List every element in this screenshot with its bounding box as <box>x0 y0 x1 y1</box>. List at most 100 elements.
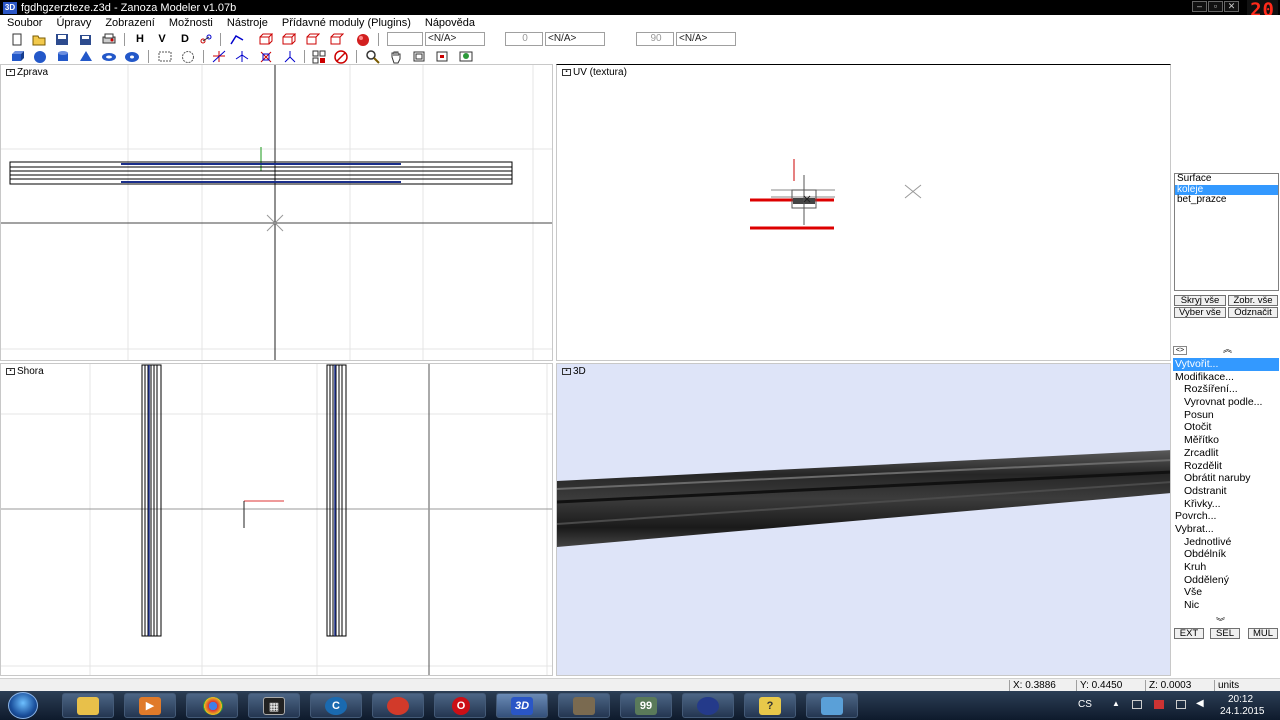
open-folder-icon[interactable] <box>31 32 47 47</box>
mode-mul-button[interactable]: MUL <box>1248 628 1278 639</box>
operation-item[interactable]: Oddělený <box>1173 574 1279 587</box>
operation-item[interactable]: Odstranit <box>1173 485 1279 498</box>
language-indicator[interactable]: CS <box>1078 699 1092 710</box>
volume-icon[interactable]: ◀ <box>1196 698 1204 709</box>
box-tool-icon[interactable] <box>257 32 274 47</box>
operation-item[interactable]: Nic <box>1173 599 1279 612</box>
taskbar-chrome[interactable] <box>186 693 238 718</box>
field-1[interactable]: <N/A> <box>425 32 485 46</box>
operation-item[interactable]: Křivky... <box>1173 498 1279 511</box>
surface-item[interactable]: bet_prazce <box>1175 194 1278 206</box>
taskbar-screen[interactable] <box>806 693 858 718</box>
axis-v-button[interactable]: V <box>154 32 170 47</box>
operation-item[interactable]: Otočit <box>1173 421 1279 434</box>
fit-selection-icon[interactable] <box>434 49 450 64</box>
field-3[interactable]: <N/A> <box>676 32 736 46</box>
viewport-menu-icon[interactable]: ▪ <box>562 368 571 375</box>
taskbar-explorer[interactable] <box>62 693 114 718</box>
taskbar-opera[interactable]: O <box>434 693 486 718</box>
clock-time[interactable]: 20:12 <box>1228 694 1253 705</box>
taskbar-help[interactable]: ? <box>744 693 796 718</box>
box-tool-3-icon[interactable] <box>304 32 321 47</box>
scroll-down-icon[interactable]: ︾ <box>1216 618 1225 627</box>
zoom-all-icon[interactable] <box>458 49 474 64</box>
surface-item[interactable]: Surface <box>1175 173 1278 185</box>
field-2[interactable]: <N/A> <box>545 32 605 46</box>
save-icon[interactable] <box>54 32 70 47</box>
spinner-2[interactable]: 0 <box>505 32 543 46</box>
sphere-render-icon[interactable] <box>355 32 371 47</box>
fit-view-icon[interactable] <box>411 49 427 64</box>
cube-primitive-icon[interactable] <box>9 49 25 64</box>
viewport-3d[interactable]: ▪ 3D <box>556 363 1171 676</box>
operation-item[interactable]: Vše <box>1173 586 1279 599</box>
spinner-1[interactable] <box>387 32 423 46</box>
disc-primitive-icon[interactable] <box>124 49 140 64</box>
operation-item[interactable]: Rozdělit <box>1173 460 1279 473</box>
menu-nastroje[interactable]: Nástroje <box>220 17 275 29</box>
menu-zobrazeni[interactable]: Zobrazení <box>98 17 162 29</box>
operation-item[interactable]: Obrátit naruby <box>1173 472 1279 485</box>
mirror-tool-icon[interactable] <box>282 49 298 64</box>
taskbar-media[interactable]: ▶ <box>124 693 176 718</box>
deselect-button[interactable]: Odznačit <box>1228 307 1278 318</box>
tray-icon-1[interactable] <box>1132 700 1142 709</box>
select-all-button[interactable]: Vyber vše <box>1174 307 1226 318</box>
taskbar-app-c[interactable]: C <box>310 693 362 718</box>
operation-item[interactable]: Vytvořit... <box>1173 358 1279 371</box>
operation-item[interactable]: Rozšíření... <box>1173 383 1279 396</box>
minimize-button[interactable]: – <box>1192 1 1207 12</box>
vertex-tool-icon[interactable] <box>198 32 214 47</box>
tray-icon-2[interactable] <box>1154 700 1164 709</box>
axis-d-button[interactable]: D <box>177 32 193 47</box>
new-file-icon[interactable] <box>9 32 25 47</box>
operation-item[interactable]: Povrch... <box>1173 510 1279 523</box>
menu-moznosti[interactable]: Možnosti <box>162 17 220 29</box>
viewport-top[interactable]: ▪ Shora <box>0 363 553 676</box>
move-tool-icon[interactable] <box>211 49 227 64</box>
cylinder-primitive-icon[interactable] <box>55 49 71 64</box>
operation-item[interactable]: Vyrovnat podle... <box>1173 396 1279 409</box>
save-as-icon[interactable] <box>77 32 93 47</box>
mode-sel-button[interactable]: SEL <box>1210 628 1240 639</box>
grid-icon[interactable] <box>311 49 327 64</box>
zoom-icon[interactable] <box>365 49 381 64</box>
tray-expand-icon[interactable]: ▲ <box>1112 699 1120 708</box>
taskbar-film[interactable]: ▦ <box>248 693 300 718</box>
taskbar-gimp[interactable] <box>558 693 610 718</box>
clock-date[interactable]: 24.1.2015 <box>1220 706 1265 717</box>
operation-item[interactable]: Obdélník <box>1173 548 1279 561</box>
spinner-3[interactable]: 90 <box>636 32 674 46</box>
menu-plugins[interactable]: Přídavné moduly (Plugins) <box>275 17 418 29</box>
pan-hand-icon[interactable] <box>388 49 404 64</box>
taskbar-app-dial[interactable] <box>682 693 734 718</box>
operation-item[interactable]: Měřítko <box>1173 434 1279 447</box>
line-tool-icon[interactable] <box>229 32 245 47</box>
torus-primitive-icon[interactable] <box>101 49 117 64</box>
operation-item[interactable]: Vybrat... <box>1173 523 1279 536</box>
box-tool-2-icon[interactable] <box>280 32 297 47</box>
start-button[interactable] <box>8 692 38 719</box>
operation-item[interactable]: Posun <box>1173 409 1279 422</box>
scroll-up-icon[interactable]: ︽ <box>1223 345 1232 354</box>
rotate-tool-icon[interactable] <box>234 49 250 64</box>
menu-soubor[interactable]: Soubor <box>0 17 49 29</box>
mode-ext-button[interactable]: EXT <box>1174 628 1204 639</box>
operation-item[interactable]: Jednotlivé <box>1173 536 1279 549</box>
maximize-button[interactable]: ▫ <box>1208 1 1223 12</box>
cone-primitive-icon[interactable] <box>78 49 94 64</box>
operation-item[interactable]: Zrcadlit <box>1173 447 1279 460</box>
rect-select-icon[interactable] <box>157 49 173 64</box>
sphere-primitive-icon[interactable] <box>32 49 48 64</box>
menu-napoveda[interactable]: Nápověda <box>418 17 482 29</box>
show-all-button[interactable]: Zobr. vše <box>1228 295 1278 306</box>
menu-upravy[interactable]: Úpravy <box>49 17 98 29</box>
collapse-toggle[interactable]: <> <box>1173 346 1187 355</box>
viewport-menu-icon[interactable]: ▪ <box>6 368 15 375</box>
print-icon[interactable] <box>101 32 117 47</box>
box-tool-4-icon[interactable] <box>328 32 345 47</box>
no-snap-icon[interactable] <box>333 49 349 64</box>
axis-h-button[interactable]: H <box>132 32 148 47</box>
close-button[interactable]: ✕ <box>1224 1 1239 12</box>
scale-tool-icon[interactable] <box>258 49 274 64</box>
